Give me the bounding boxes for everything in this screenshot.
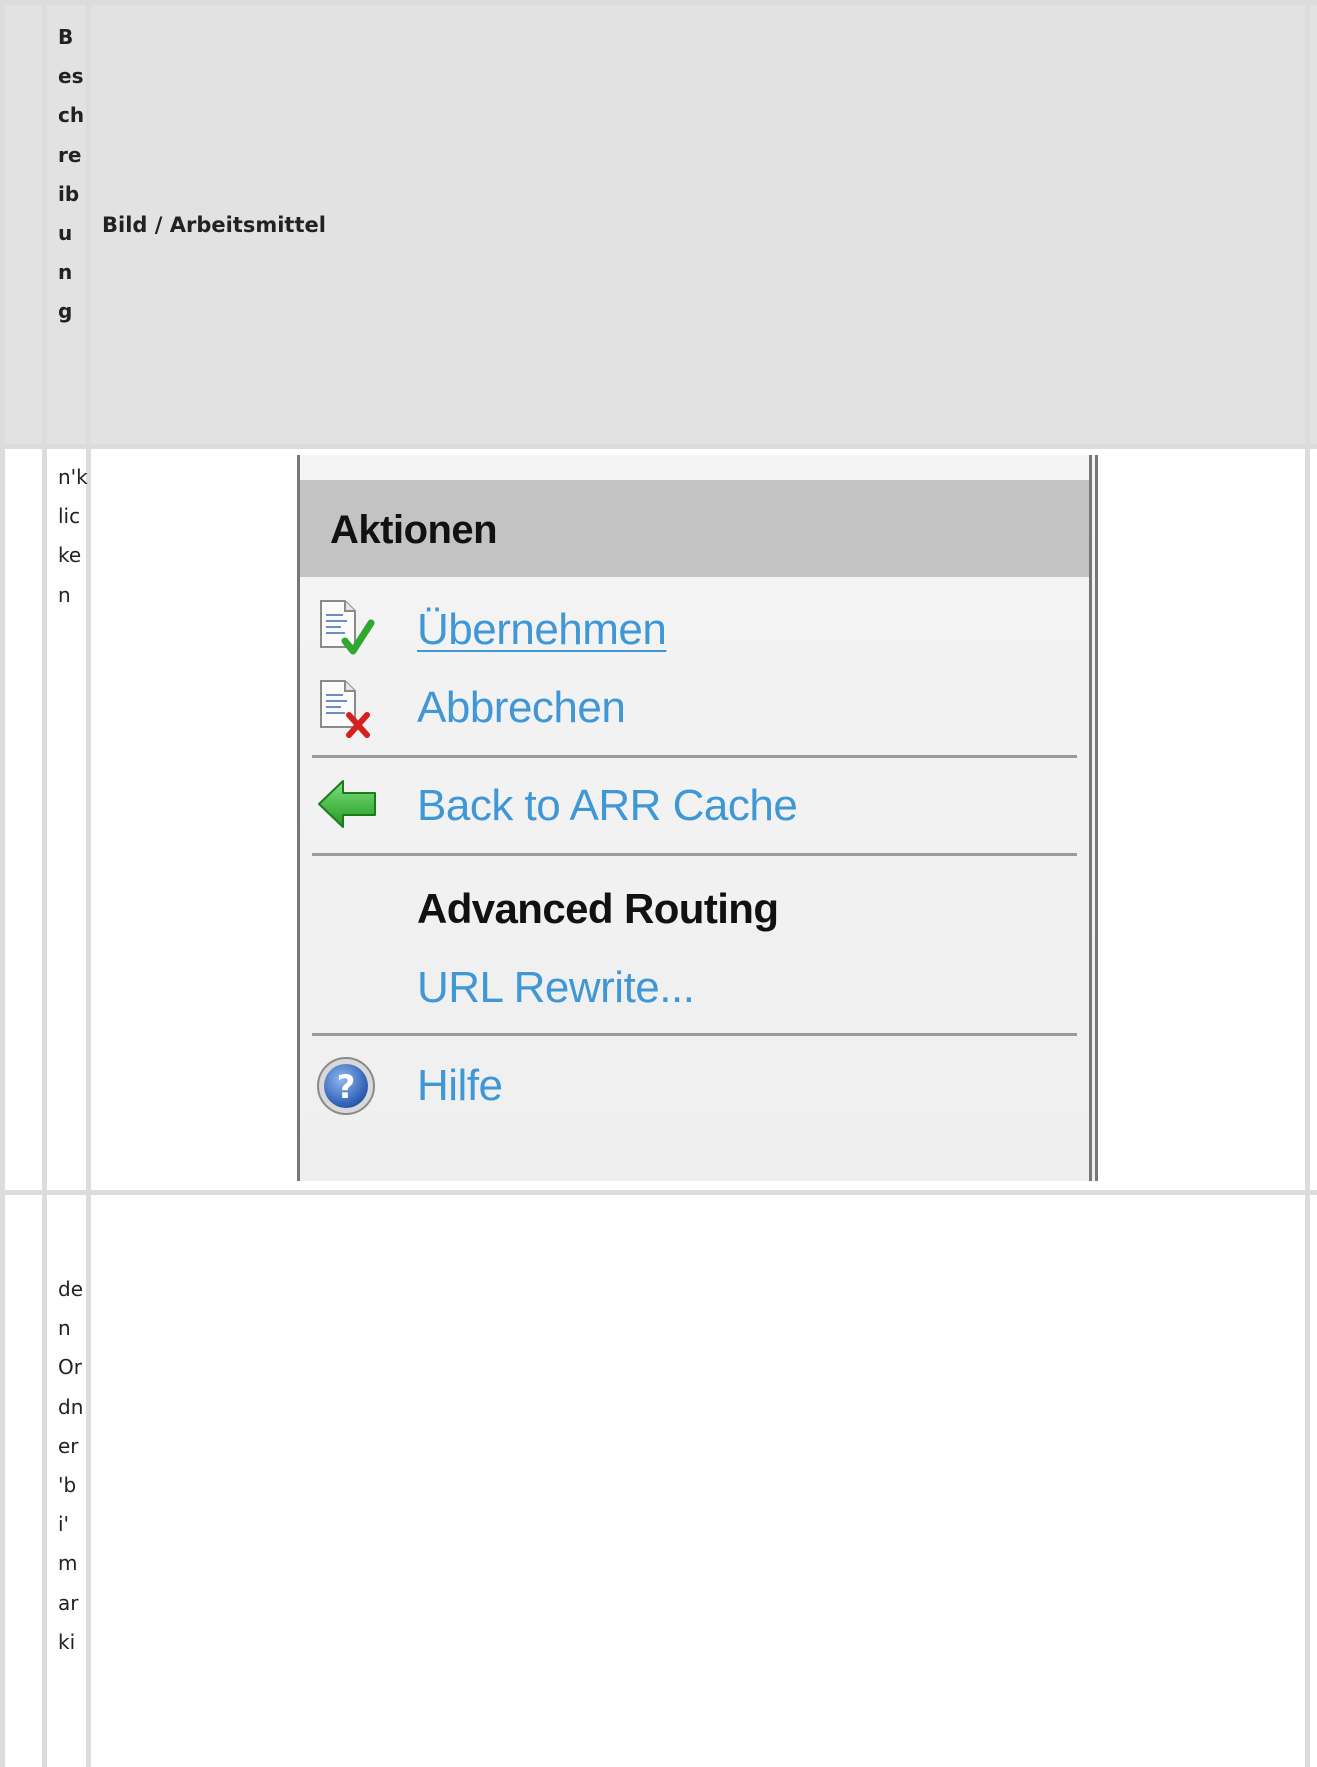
document-cross-icon xyxy=(315,677,377,744)
section-title-advanced-routing: Advanced Routing xyxy=(417,885,779,932)
row-description: n'klicken xyxy=(58,465,88,607)
table-border xyxy=(86,0,91,1767)
table-border xyxy=(42,0,47,1767)
separator xyxy=(312,853,1077,856)
help-link[interactable]: Hilfe xyxy=(417,1061,503,1111)
panel-border xyxy=(1089,455,1092,1181)
table-border xyxy=(0,0,1317,5)
column-header-beschreibung: Beschreibung xyxy=(58,25,85,324)
green-back-arrow-icon xyxy=(315,775,379,838)
svg-text:?: ? xyxy=(337,1068,356,1106)
table-border xyxy=(0,1190,1317,1195)
apply-link[interactable]: Übernehmen xyxy=(417,605,667,655)
column-header-bild: Bild / Arbeitsmittel xyxy=(102,213,326,237)
document-check-icon xyxy=(315,597,377,664)
actions-title: Aktionen xyxy=(330,508,498,552)
panel-border xyxy=(1095,455,1098,1181)
actions-title-bar: Aktionen xyxy=(300,480,1089,577)
table-border xyxy=(0,444,1317,449)
separator xyxy=(312,1033,1077,1036)
help-question-icon: ? xyxy=(315,1055,377,1122)
cancel-link[interactable]: Abbrechen xyxy=(417,683,626,733)
content-table: Beschreibung Bild / Arbeitsmittel n'klic… xyxy=(0,0,1317,1767)
separator xyxy=(312,755,1077,758)
actions-panel-screenshot: Aktionen Übernehmen Abbrechen Back to AR… xyxy=(297,455,1098,1181)
table-border xyxy=(0,0,5,1767)
back-to-arr-cache-link[interactable]: Back to ARR Cache xyxy=(417,781,798,831)
row-description: den Ordner 'bi' marki xyxy=(58,1277,84,1654)
table-border xyxy=(1305,0,1310,1767)
url-rewrite-link[interactable]: URL Rewrite... xyxy=(417,963,695,1013)
